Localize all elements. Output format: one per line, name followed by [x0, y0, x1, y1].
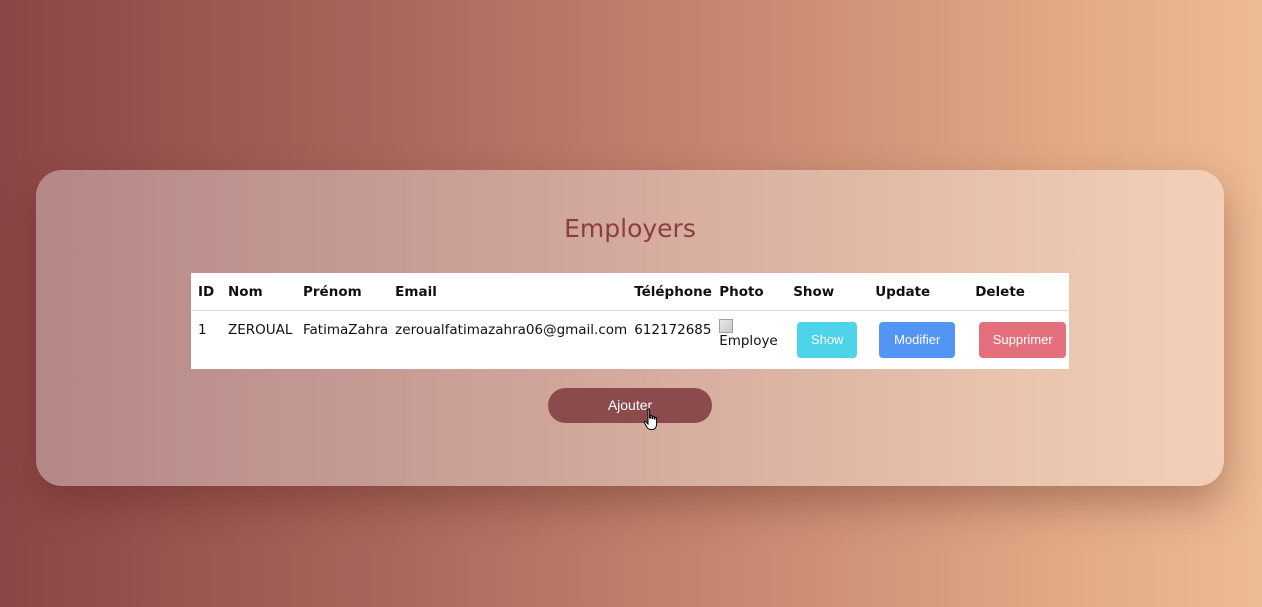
- header-photo: Photo: [712, 273, 787, 311]
- cell-email: zeroualfatimazahra06@gmail.com: [388, 311, 627, 370]
- cell-update: Modifier: [868, 311, 968, 370]
- delete-button[interactable]: Supprimer: [979, 322, 1067, 358]
- page-title: Employers: [564, 214, 696, 243]
- row-telephone: 612172685: [634, 322, 712, 338]
- table-row: 1 ZEROUAL FatimaZahra zeroualfatimazahra…: [191, 311, 1069, 370]
- header-email: Email: [388, 273, 628, 311]
- header-update: Update: [868, 273, 969, 311]
- employers-table: ID Nom Prénom Email Téléphone Photo Show…: [191, 273, 1069, 369]
- employee-photo: Employe: [719, 319, 777, 350]
- cell-delete: Supprimer: [968, 311, 1069, 370]
- modify-button[interactable]: Modifier: [879, 322, 956, 358]
- cell-nom: ZEROUAL: [221, 311, 296, 370]
- cell-id: 1: [191, 311, 221, 370]
- employers-card: Employers ID Nom Prénom Email Téléphone …: [36, 170, 1224, 486]
- header-telephone: Téléphone: [627, 273, 713, 311]
- cell-prenom: FatimaZahra: [296, 311, 388, 370]
- header-id: ID: [191, 273, 221, 311]
- row-nom: ZEROUAL: [228, 322, 293, 338]
- employers-table-container: ID Nom Prénom Email Téléphone Photo Show…: [191, 273, 1069, 369]
- row-email: zeroualfatimazahra06@gmail.com: [395, 322, 628, 338]
- table-header-row: ID Nom Prénom Email Téléphone Photo Show…: [191, 273, 1069, 311]
- photo-alt-text: Employe: [719, 333, 778, 349]
- hand-pointer-cursor-icon: [643, 408, 658, 430]
- cell-telephone: 612172685: [627, 311, 712, 370]
- cell-show: Show: [786, 311, 868, 370]
- header-nom: Nom: [221, 273, 296, 311]
- cell-photo: Employe: [712, 311, 786, 370]
- show-button[interactable]: Show: [797, 322, 858, 358]
- row-prenom: FatimaZahra: [303, 322, 389, 338]
- header-prenom: Prénom: [296, 273, 389, 311]
- header-delete: Delete: [968, 273, 1069, 311]
- row-id: 1: [198, 322, 207, 338]
- broken-image-icon: [719, 319, 734, 333]
- header-show: Show: [786, 273, 869, 311]
- add-button[interactable]: Ajouter: [548, 388, 712, 423]
